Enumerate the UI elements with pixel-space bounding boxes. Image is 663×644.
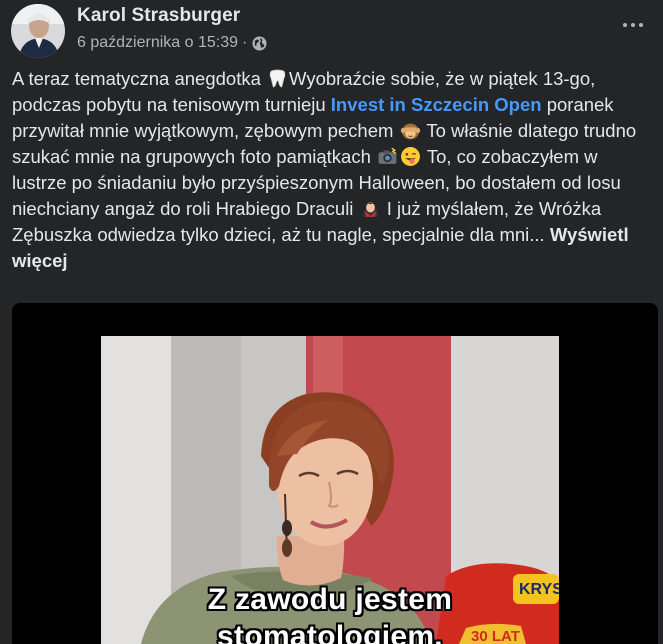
video-subtitle-line: Z zawodu jestem bbox=[207, 583, 453, 616]
post-date[interactable]: 6 października o 15:39 bbox=[77, 34, 238, 52]
meta-separator: · bbox=[242, 34, 248, 51]
more-dot bbox=[631, 23, 635, 27]
post-text: A teraz tematyczna anegdotka Wyobraźcie … bbox=[12, 66, 652, 274]
shirt-logo-text: KRYS bbox=[519, 581, 559, 598]
vampire-emoji-icon bbox=[361, 202, 379, 217]
see-no-evil-monkey-emoji-icon bbox=[400, 123, 420, 140]
avatar-image bbox=[11, 4, 65, 58]
text-segment: A teraz tematyczna anegdotka bbox=[12, 68, 267, 89]
more-dot bbox=[623, 23, 627, 27]
globe-icon[interactable] bbox=[252, 35, 267, 51]
video-frame: Z zawodu jestem stomatologiem. KRYS 30 L… bbox=[101, 336, 559, 644]
facebook-post: Karol Strasburger 6 października o 15:39… bbox=[0, 0, 663, 644]
badge-text: 30 LAT bbox=[471, 628, 520, 644]
camera-with-flash-emoji-icon bbox=[378, 147, 397, 164]
video-player[interactable]: Z zawodu jestem stomatologiem. KRYS 30 L… bbox=[12, 303, 658, 644]
winking-tongue-emoji-icon bbox=[401, 147, 420, 166]
avatar[interactable] bbox=[11, 4, 65, 58]
author-name[interactable]: Karol Strasburger bbox=[77, 5, 240, 27]
tooth-emoji-icon bbox=[269, 69, 286, 88]
tournament-link[interactable]: Invest in Szczecin Open bbox=[331, 94, 542, 115]
more-dot bbox=[639, 23, 643, 27]
more-options-button[interactable] bbox=[615, 10, 651, 40]
post-meta: 6 października o 15:39 · bbox=[77, 34, 267, 52]
